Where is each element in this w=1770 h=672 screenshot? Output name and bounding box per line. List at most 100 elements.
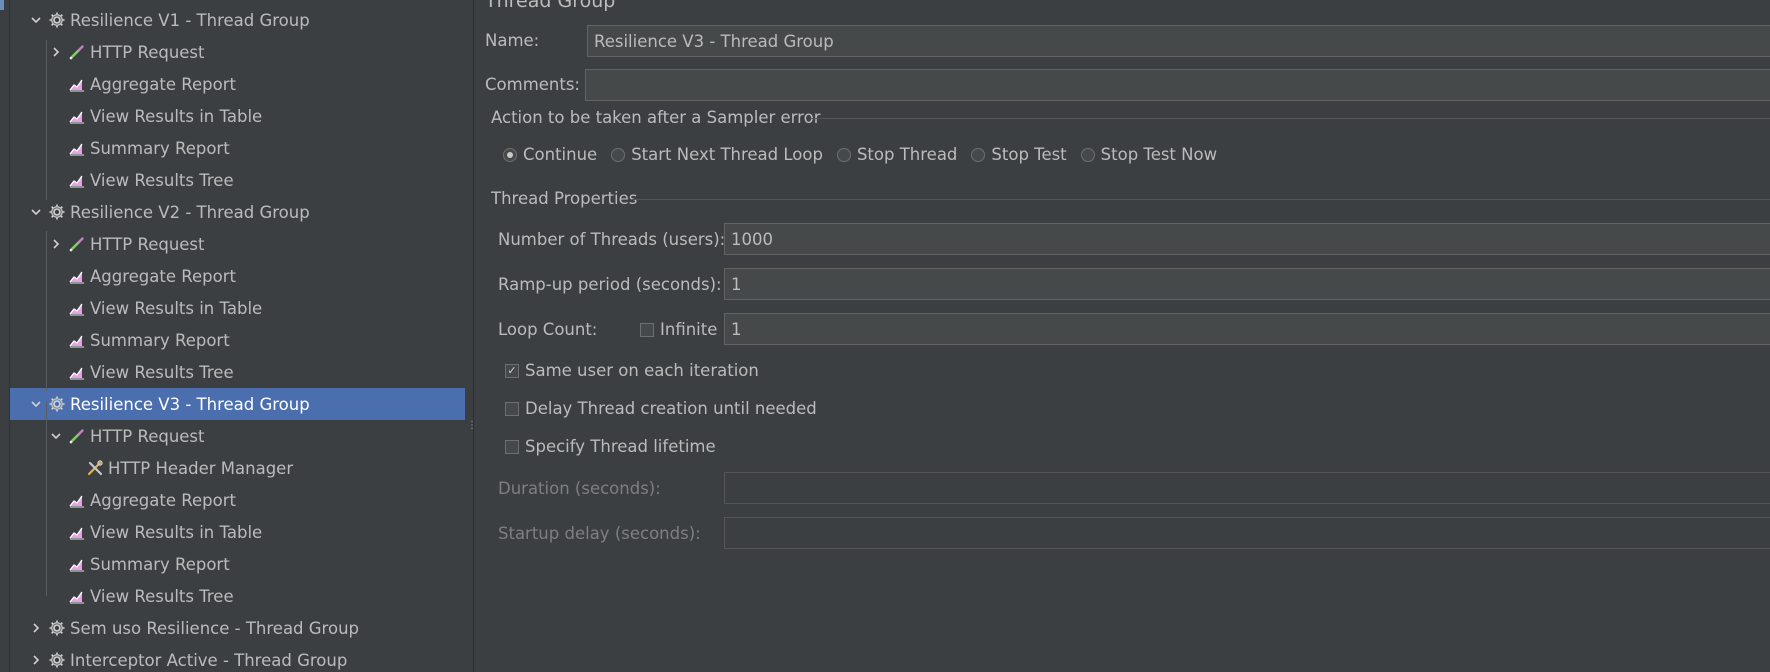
thread-lifetime-checkbox[interactable]: Specify Thread lifetime	[505, 437, 716, 456]
chart-icon	[68, 587, 86, 605]
chart-icon	[68, 107, 86, 125]
checkbox-box[interactable]	[640, 322, 654, 337]
sampler-error-radio[interactable]: Continue	[503, 145, 597, 164]
tree-item-label: View Results Tree	[90, 170, 234, 190]
tree-item[interactable]: HTTP Request	[10, 228, 465, 260]
tree-item-label: HTTP Request	[90, 234, 205, 254]
chart-icon	[68, 171, 86, 189]
tree-item[interactable]: Aggregate Report	[10, 260, 465, 292]
radio-button[interactable]	[611, 147, 626, 162]
chart-icon	[68, 491, 86, 509]
tree-item[interactable]: View Results in Table	[10, 100, 465, 132]
duration-field[interactable]	[724, 472, 1770, 504]
tree-item[interactable]: Summary Report	[10, 132, 465, 164]
group-divider	[810, 118, 1770, 119]
radio-button[interactable]	[503, 147, 517, 162]
chart-icon	[68, 299, 86, 317]
tree-item-label: Sem uso Resilience - Thread Group	[70, 618, 360, 638]
gear-icon	[48, 203, 66, 221]
checkbox-box[interactable]	[505, 401, 519, 416]
tree-item[interactable]: Resilience V1 - Thread Group	[10, 4, 465, 36]
tree-item[interactable]: Aggregate Report	[10, 68, 465, 100]
tree-item-label: View Results Tree	[90, 362, 234, 382]
tree-item[interactable]: View Results Tree	[10, 580, 465, 612]
panel-splitter[interactable]	[465, 0, 474, 672]
chevron-right-icon[interactable]	[28, 620, 44, 636]
tree-item-label: Resilience V3 - Thread Group	[70, 394, 310, 414]
tree-item[interactable]: Resilience V2 - Thread Group	[10, 196, 465, 228]
tree-item[interactable]: View Results Tree	[10, 164, 465, 196]
chevron-down-icon[interactable]	[28, 12, 44, 28]
sampler-error-radio[interactable]: Stop Thread	[836, 145, 957, 164]
tree-item[interactable]: Interceptor Active - Thread Group	[10, 644, 465, 672]
infinite-checkbox[interactable]: Infinite	[640, 320, 717, 339]
radio-button[interactable]	[1080, 147, 1095, 162]
gear-icon	[48, 11, 66, 29]
tree-item-label: HTTP Request	[90, 426, 205, 446]
delay-thread-checkbox[interactable]: Delay Thread creation until needed	[505, 399, 817, 418]
tree-item[interactable]: Summary Report	[10, 324, 465, 356]
chart-icon	[68, 331, 86, 349]
tree-item[interactable]: HTTP Request	[10, 36, 465, 68]
chevron-down-icon[interactable]	[28, 204, 44, 220]
tree-item-label: View Results in Table	[90, 298, 263, 318]
sampler-error-radio[interactable]: Start Next Thread Loop	[611, 145, 823, 164]
tree-item[interactable]: View Results Tree	[10, 356, 465, 388]
name-label: Name:	[485, 31, 540, 50]
checkbox-box[interactable]	[505, 439, 519, 454]
tree-item[interactable]: View Results in Table	[10, 292, 465, 324]
tree-item-label: Aggregate Report	[90, 74, 236, 94]
tree-item[interactable]: Summary Report	[10, 548, 465, 580]
thread-group-panel: Thread Group Name: Resilience V3 - Threa…	[475, 0, 1770, 672]
tree-item[interactable]: Resilience V3 - Thread Group	[10, 388, 465, 420]
chevron-right-icon[interactable]	[28, 652, 44, 668]
same-user-label: Same user on each iteration	[525, 361, 759, 380]
name-field[interactable]: Resilience V3 - Thread Group	[587, 25, 1770, 57]
tree-item[interactable]: HTTP Header Manager	[10, 452, 465, 484]
startup-delay-field[interactable]	[724, 517, 1770, 549]
chevron-down-icon[interactable]	[28, 396, 44, 412]
threads-field[interactable]: 1000	[724, 223, 1770, 255]
chevron-right-icon[interactable]	[48, 44, 64, 60]
duration-label: Duration (seconds):	[498, 479, 661, 498]
comments-field[interactable]	[585, 69, 1770, 101]
tree-item-label: HTTP Header Manager	[108, 458, 294, 478]
chevron-down-icon[interactable]	[48, 428, 64, 444]
loop-count-field[interactable]: 1	[724, 313, 1770, 345]
radio-button[interactable]	[971, 147, 986, 162]
tree-item[interactable]: Sem uso Resilience - Thread Group	[10, 612, 465, 644]
checkbox-box[interactable]: ✓	[505, 363, 519, 378]
test-plan-tree[interactable]: Resilience V1 - Thread Group HTTP Request…	[10, 0, 465, 672]
pipette-icon	[68, 43, 86, 61]
tree-guide-line	[46, 231, 47, 391]
pipette-icon	[68, 235, 86, 253]
sampler-error-radio[interactable]: Stop Test	[971, 145, 1067, 164]
radio-label: Stop Test	[991, 145, 1067, 164]
tree-item[interactable]: View Results in Table	[10, 516, 465, 548]
tree-item[interactable]: Aggregate Report	[10, 484, 465, 516]
chevron-right-icon[interactable]	[48, 236, 64, 252]
group-divider	[632, 199, 1770, 200]
tree-item-label: Summary Report	[90, 138, 230, 158]
tree-item-label: View Results in Table	[90, 522, 263, 542]
same-user-checkbox[interactable]: ✓ Same user on each iteration	[505, 361, 759, 380]
tree-guide-line	[46, 401, 47, 596]
radio-label: Stop Test Now	[1100, 145, 1218, 164]
tree-item-label: Summary Report	[90, 554, 230, 574]
tree-item[interactable]: HTTP Request	[10, 420, 465, 452]
sampler-error-options: Continue Start Next Thread Loop Stop Threa…	[503, 145, 1217, 164]
rampup-field[interactable]: 1	[724, 268, 1770, 300]
splitter-grip-icon[interactable]: ⋮	[467, 421, 477, 440]
sampler-error-radio[interactable]: Stop Test Now	[1080, 145, 1218, 164]
radio-label: Start Next Thread Loop	[631, 145, 823, 164]
chart-icon	[68, 523, 86, 541]
radio-button[interactable]	[836, 147, 851, 162]
tree-item-label: Resilience V2 - Thread Group	[70, 202, 310, 222]
